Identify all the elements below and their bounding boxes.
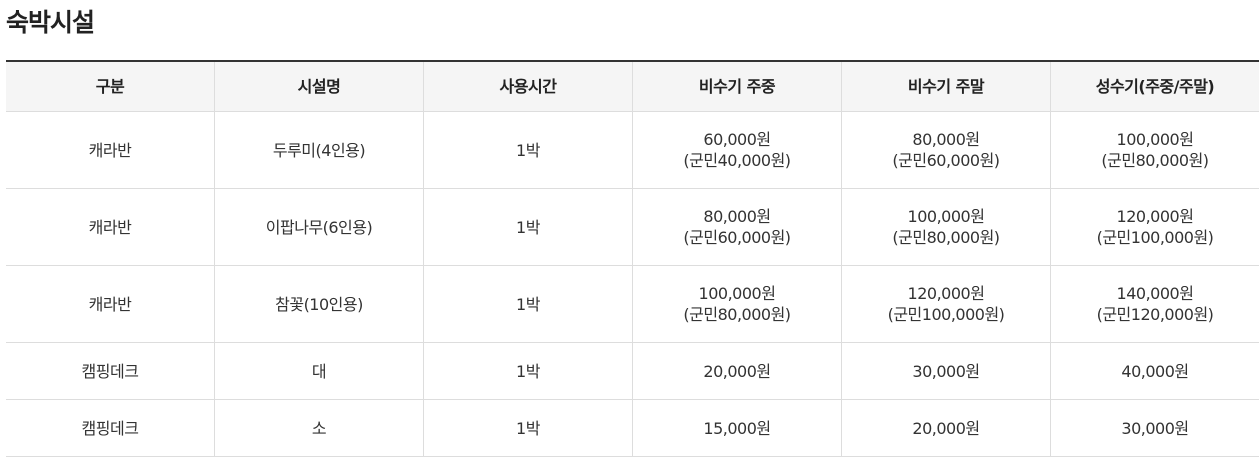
cell-duration: 1박 [423,111,633,189]
resident-price: (군민60,000원) [892,151,1000,170]
resident-price: (군민100,000원) [1096,228,1214,247]
cell-facility: 참꽃(10인용) [214,265,424,343]
cell-category: 캐라반 [6,265,215,343]
header-offseason-weekend: 비수기 주말 [841,61,1051,112]
header-duration: 사용시간 [423,61,633,112]
cell-peakseason: 100,000원 (군민80,000원) [1050,111,1259,189]
resident-price: (군민40,000원) [683,151,791,170]
header-row: 구분 시설명 사용시간 비수기 주중 비수기 주말 성수기(주중/주말) [6,61,1259,112]
resident-price: (군민80,000원) [892,228,1000,247]
table-row: 캠핑데크 소 1박 15,000원 20,000원 30,000원 [6,399,1259,457]
section-title: 숙박시설 [6,8,95,37]
price: 40,000원 [1121,361,1189,381]
cell-offseason-weekday: 15,000원 [632,399,842,457]
resident-price: (군민60,000원) [683,228,791,247]
cell-offseason-weekday: 60,000원 (군민40,000원) [632,111,842,189]
cell-offseason-weekend: 100,000원 (군민80,000원) [841,188,1051,266]
resident-price: (군민80,000원) [1101,151,1209,170]
cell-offseason-weekend: 20,000원 [841,399,1051,457]
cell-offseason-weekend: 80,000원 (군민60,000원) [841,111,1051,189]
cell-offseason-weekend: 120,000원 (군민100,000원) [841,265,1051,343]
cell-offseason-weekday: 20,000원 [632,342,842,400]
header-offseason-weekday: 비수기 주중 [632,61,842,112]
cell-facility: 두루미(4인용) [214,111,424,189]
accommodation-price-table: 구분 시설명 사용시간 비수기 주중 비수기 주말 성수기(주중/주말) 캐라반… [6,60,1259,457]
cell-peakseason: 40,000원 [1050,342,1259,400]
table-row: 캐라반 이팝나무(6인용) 1박 80,000원 (군민60,000원) 100… [6,188,1259,266]
resident-price: (군민80,000원) [683,305,791,324]
price: 80,000원 [912,130,980,149]
price: 30,000원 [912,361,980,381]
cell-facility: 소 [214,399,424,457]
cell-offseason-weekday: 100,000원 (군민80,000원) [632,265,842,343]
price: 80,000원 [703,207,771,226]
cell-facility: 대 [214,342,424,400]
header-category: 구분 [6,61,215,112]
table-row: 캠핑데크 대 1박 20,000원 30,000원 40,000원 [6,342,1259,400]
cell-duration: 1박 [423,188,633,266]
price: 60,000원 [703,130,771,149]
price: 120,000원 [907,284,985,303]
table-row: 캐라반 두루미(4인용) 1박 60,000원 (군민40,000원) 80,0… [6,111,1259,189]
table-body: 캐라반 두루미(4인용) 1박 60,000원 (군민40,000원) 80,0… [6,111,1259,457]
cell-duration: 1박 [423,399,633,457]
price: 100,000원 [1116,130,1194,149]
cell-category: 캠핑데크 [6,342,215,400]
resident-price: (군민100,000원) [887,305,1005,324]
cell-peakseason: 120,000원 (군민100,000원) [1050,188,1259,266]
header-facility: 시설명 [214,61,424,112]
cell-facility: 이팝나무(6인용) [214,188,424,266]
page: 숙박시설 구분 시설명 사용시간 비수기 주중 비수기 주말 성수기(주중/주말… [0,0,1260,465]
price: 100,000원 [698,284,776,303]
resident-price: (군민120,000원) [1096,305,1214,324]
cell-category: 캐라반 [6,111,215,189]
price: 140,000원 [1116,284,1194,303]
price: 100,000원 [907,207,985,226]
cell-category: 캐라반 [6,188,215,266]
header-peakseason: 성수기(주중/주말) [1050,61,1259,112]
cell-peakseason: 140,000원 (군민120,000원) [1050,265,1259,343]
table-header: 구분 시설명 사용시간 비수기 주중 비수기 주말 성수기(주중/주말) [6,61,1259,112]
price: 30,000원 [1121,418,1189,438]
cell-duration: 1박 [423,265,633,343]
cell-duration: 1박 [423,342,633,400]
cell-offseason-weekend: 30,000원 [841,342,1051,400]
table-row: 캐라반 참꽃(10인용) 1박 100,000원 (군민80,000원) 120… [6,265,1259,343]
price: 120,000원 [1116,207,1194,226]
cell-offseason-weekday: 80,000원 (군민60,000원) [632,188,842,266]
price: 15,000원 [703,418,771,438]
cell-peakseason: 30,000원 [1050,399,1259,457]
price: 20,000원 [912,418,980,438]
price: 20,000원 [703,361,771,381]
cell-category: 캠핑데크 [6,399,215,457]
